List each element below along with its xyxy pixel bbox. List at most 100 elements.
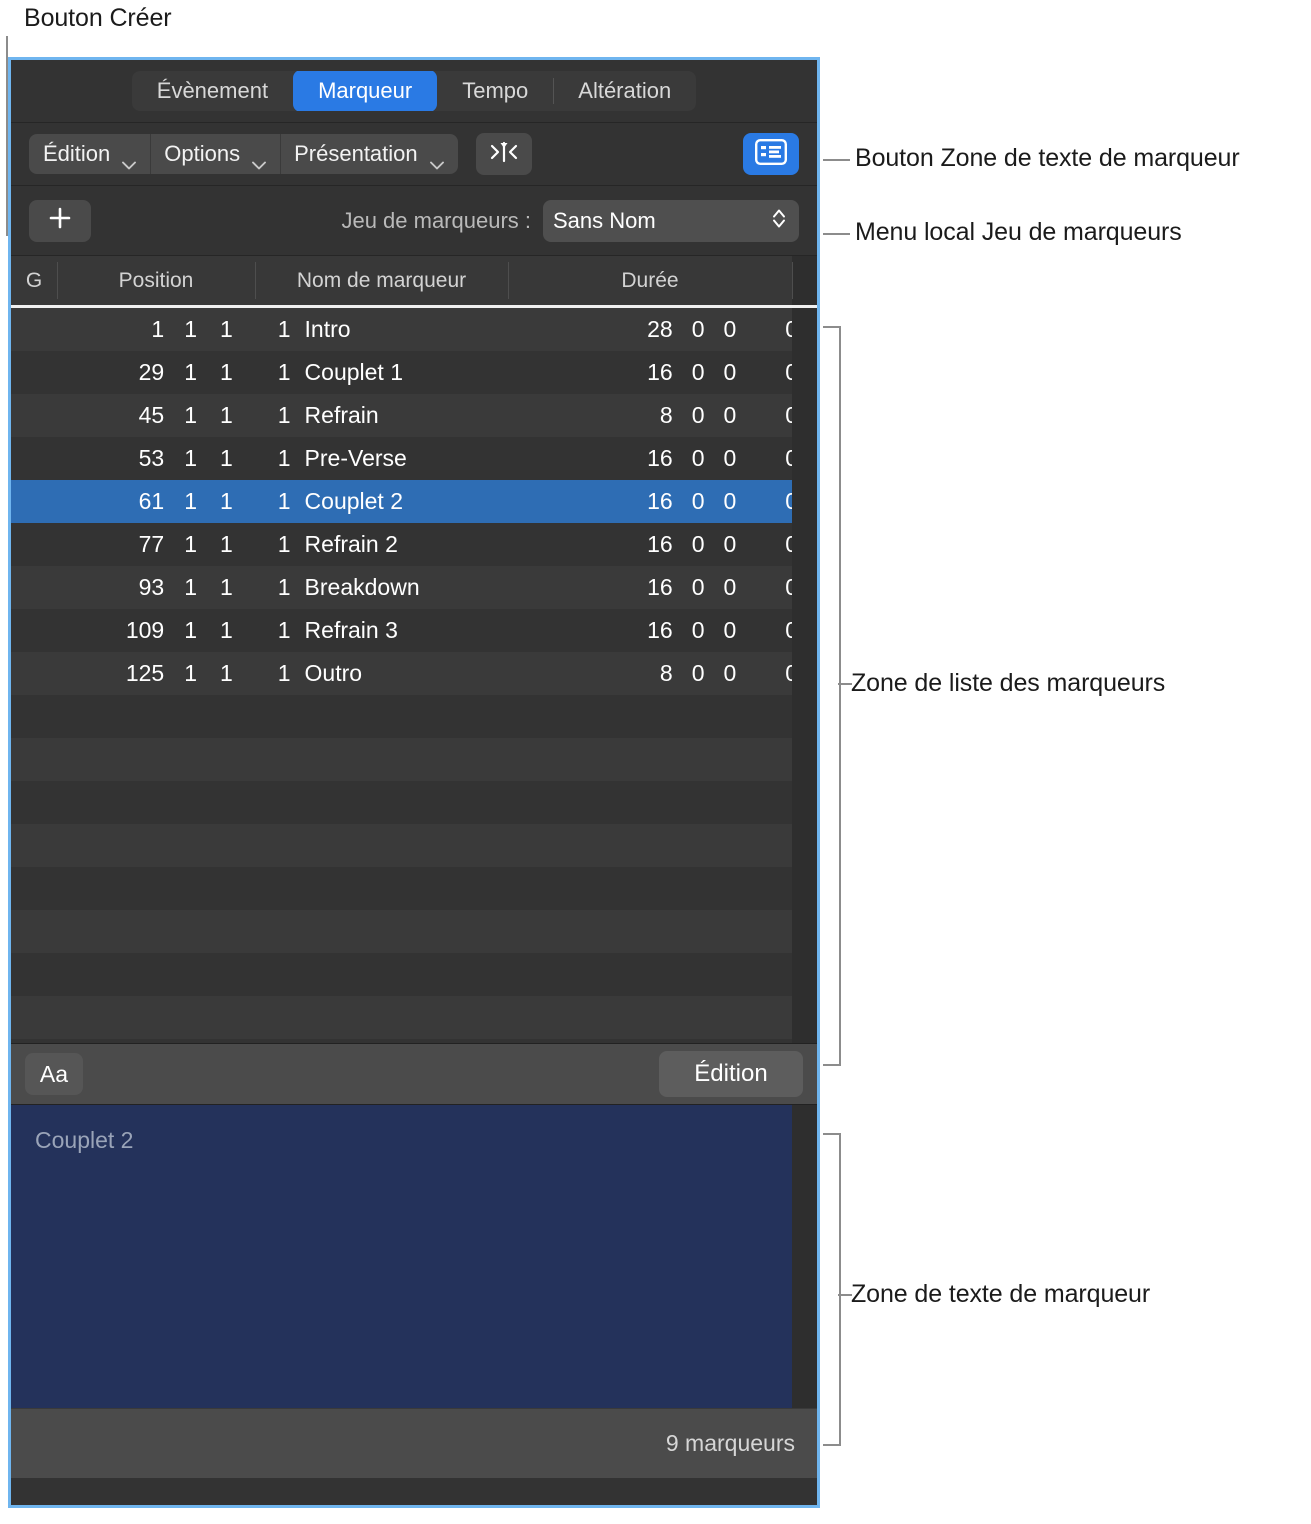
- row-cell-tick: 1: [277, 531, 291, 557]
- row-cell-duration-ticks: 0: [736, 359, 798, 386]
- row-cell-marker-name: Refrain 2: [304, 531, 398, 557]
- table-row-empty[interactable]: [11, 695, 798, 738]
- row-cell-duration-divisions: 0: [723, 488, 737, 514]
- row-cell-duration-divisions: 0: [723, 402, 737, 428]
- tab-1[interactable]: Marqueur: [293, 71, 438, 111]
- callout-marker-text-area-label: Zone de texte de marqueur: [851, 1280, 1151, 1308]
- menu-button-2[interactable]: Présentation: [280, 134, 458, 174]
- row-cell-marker-name: Outro: [304, 660, 363, 686]
- row-cell-duration-bars: 16: [647, 574, 673, 600]
- text-edit-button[interactable]: Édition: [659, 1051, 803, 1097]
- row-cell-beat: 1: [184, 316, 198, 342]
- row-cell-duration-beats: 0: [691, 316, 705, 342]
- table-row[interactable]: 53111Pre-Verse16000: [11, 437, 798, 480]
- marker-text-area-toggle-button[interactable]: [743, 133, 799, 175]
- column-header-filler: [792, 256, 817, 305]
- leader-line-marker-set-menu: [823, 233, 850, 235]
- row-cell-duration-beats: 0: [691, 488, 705, 514]
- table-row[interactable]: 109111Refrain 316000: [11, 609, 798, 652]
- segmented-tab-control[interactable]: Évènement Marqueur Tempo Altération: [131, 71, 697, 111]
- column-header-group[interactable]: G: [11, 256, 57, 305]
- row-cell-bar: 1: [151, 316, 165, 342]
- row-cell-duration-bars: 16: [647, 617, 673, 643]
- row-cell-duration-bars: 8: [659, 402, 673, 428]
- row-cell-division: 1: [220, 488, 233, 514]
- table-row-empty[interactable]: [11, 867, 798, 910]
- row-cell-tick: 1: [277, 359, 291, 385]
- table-row-empty[interactable]: [11, 953, 798, 996]
- tab-0[interactable]: Évènement: [132, 71, 293, 111]
- row-cell-duration-ticks: 0: [736, 531, 798, 558]
- menu-button-1[interactable]: Options: [150, 134, 280, 174]
- row-cell-division: 1: [220, 445, 233, 471]
- marker-text-area[interactable]: Couplet 2: [11, 1105, 792, 1408]
- row-cell-duration-ticks: 0: [736, 488, 798, 515]
- column-header-position[interactable]: Position: [57, 256, 255, 305]
- bracket-marker-text-area: [823, 1133, 841, 1446]
- row-cell-duration-ticks: 0: [736, 574, 798, 601]
- table-row[interactable]: 61111Couplet 216000: [11, 480, 798, 523]
- row-cell-beat: 1: [184, 617, 198, 643]
- table-row-empty[interactable]: [11, 910, 798, 953]
- table-row[interactable]: 1111Intro28000: [11, 308, 798, 351]
- stepper-updown-icon: [771, 205, 787, 236]
- font-settings-button[interactable]: Aa: [25, 1053, 83, 1095]
- row-cell-duration-beats: 0: [691, 359, 705, 385]
- row-cell-duration-divisions: 0: [723, 359, 737, 385]
- row-cell-division: 1: [220, 531, 233, 557]
- editor-tab-bar: Évènement Marqueur Tempo Altération: [11, 60, 817, 123]
- marker-set-value: Sans Nom: [553, 207, 656, 233]
- row-cell-marker-name: Couplet 1: [304, 359, 404, 385]
- table-row-empty[interactable]: [11, 996, 798, 1039]
- table-row-empty[interactable]: [11, 738, 798, 781]
- row-cell-bar: 45: [138, 402, 165, 428]
- row-cell-duration-beats: 0: [691, 531, 705, 557]
- marker-text-area-scrollbar[interactable]: [792, 1105, 817, 1408]
- bracket-stem-marker-text-area: [838, 1294, 852, 1296]
- row-cell-duration-ticks: 0: [736, 660, 798, 687]
- row-cell-marker-name: Refrain 3: [304, 617, 398, 643]
- column-header-marker-name[interactable]: Nom de marqueur: [255, 256, 508, 305]
- row-cell-bar: 109: [125, 617, 165, 643]
- marker-toolbar: Édition Options Présentation: [11, 123, 817, 186]
- row-cell-duration-divisions: 0: [723, 531, 737, 557]
- row-cell-division: 1: [220, 617, 233, 643]
- table-row-empty[interactable]: [11, 824, 798, 867]
- table-row[interactable]: 125111Outro8000: [11, 652, 798, 695]
- menu-button-group[interactable]: Édition Options Présentation: [29, 134, 458, 174]
- marker-text-toolbar: Aa Édition: [11, 1043, 817, 1105]
- row-cell-marker-name: Refrain: [304, 402, 379, 428]
- marker-list-window: Évènement Marqueur Tempo Altération Édition…: [8, 57, 820, 1508]
- create-marker-button[interactable]: [29, 199, 91, 242]
- row-cell-duration-bars: 16: [647, 359, 673, 385]
- table-row[interactable]: 93111Breakdown16000: [11, 566, 798, 609]
- marker-set-popup-menu[interactable]: Sans Nom: [543, 199, 799, 242]
- chevron-down-icon: [429, 150, 444, 169]
- marker-list-scrollbar[interactable]: [792, 308, 817, 1043]
- row-cell-duration-divisions: 0: [723, 316, 737, 342]
- row-cell-beat: 1: [184, 531, 198, 557]
- bracket-stem-marker-list-area: [838, 683, 852, 685]
- menu-button-label: Options: [164, 141, 241, 166]
- menu-button-label: Édition: [43, 141, 111, 166]
- callout-marker-list-area-label: Zone de liste des marqueurs: [851, 669, 1166, 697]
- marker-set-label: Jeu de marqueurs :: [341, 207, 531, 233]
- column-header-duration[interactable]: Durée: [508, 256, 792, 305]
- table-row[interactable]: 77111Refrain 216000: [11, 523, 798, 566]
- marker-snap-button[interactable]: [475, 133, 532, 175]
- menu-button-0[interactable]: Édition: [29, 134, 150, 174]
- row-cell-marker-name: Couplet 2: [304, 488, 404, 514]
- plus-icon: [47, 205, 73, 236]
- tab-2[interactable]: Tempo: [437, 71, 553, 111]
- row-cell-bar: 77: [138, 531, 165, 557]
- table-row-empty[interactable]: [11, 781, 798, 824]
- bracket-marker-list-area: [823, 326, 841, 1066]
- tab-3[interactable]: Altération: [553, 71, 696, 111]
- row-cell-beat: 1: [184, 359, 198, 385]
- table-row[interactable]: 29111Couplet 116000: [11, 351, 798, 394]
- row-cell-bar: 53: [138, 445, 165, 471]
- row-cell-tick: 1: [277, 316, 291, 342]
- row-cell-division: 1: [220, 402, 233, 428]
- marker-list-area[interactable]: 1111Intro2800029111Couplet 11600045111Re…: [11, 308, 817, 1043]
- table-row[interactable]: 45111Refrain8000: [11, 394, 798, 437]
